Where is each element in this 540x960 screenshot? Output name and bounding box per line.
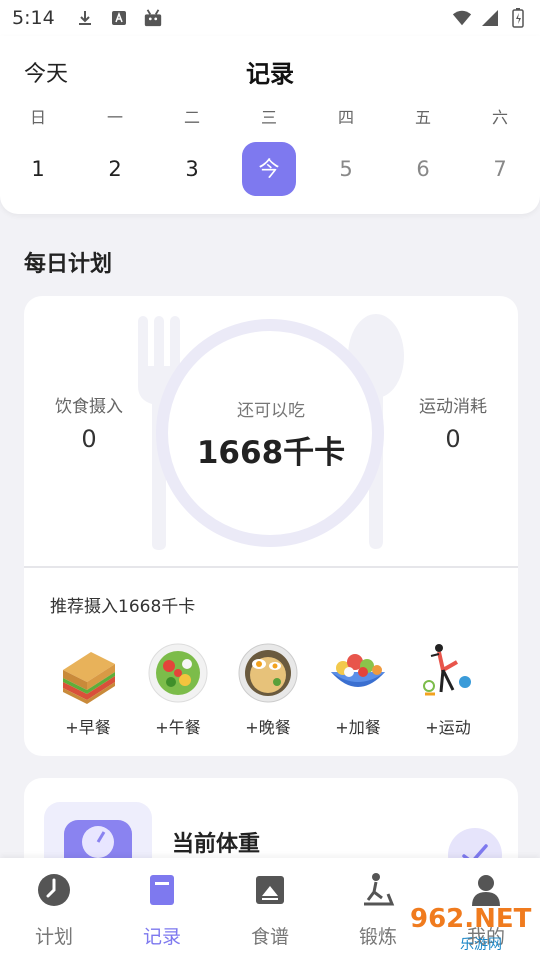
page-title: 记录 [246,60,294,88]
signal-icon [480,8,500,28]
fruit-bowl-icon [327,642,389,704]
font-a-icon [109,8,129,28]
meal-buttons: +早餐 +午餐 +晚餐 +加餐 +运动 [24,642,518,742]
wifi-icon [452,8,472,28]
weekday-label: 六 [491,108,508,127]
status-time: 5:14 [12,7,55,29]
meal-label: +午餐 [155,718,201,737]
notebook-icon [144,872,180,908]
date-cell[interactable]: 5 [319,142,373,196]
burn-stat: 运动消耗 0 [388,392,518,453]
add-breakfast-button[interactable]: +早餐 [42,642,134,738]
meal-label: +运动 [425,718,471,737]
date-cell[interactable]: 7 [473,142,527,196]
add-exercise-button[interactable]: +运动 [402,642,494,738]
recommend-text: 推荐摄入1668千卡 [50,597,196,617]
tab-label: 记录 [142,926,181,948]
add-lunch-button[interactable]: +午餐 [132,642,224,738]
intake-value: 0 [81,425,97,453]
weekday-label: 三 [260,108,277,127]
date-cell-today[interactable]: 今 [242,142,296,196]
weekday-label: 五 [414,108,431,127]
tab-plan[interactable]: 计划 [14,872,94,949]
salad-icon [147,642,209,704]
treadmill-icon [360,872,396,908]
status-bar: 5:14 [0,0,540,36]
watermark-subtext: 乐游网 [460,937,502,953]
weekday-label: 二 [183,108,200,127]
meal-label: +晚餐 [245,718,291,737]
profile-icon [468,872,504,908]
burn-value: 0 [445,425,461,453]
exercise-icon [417,642,479,704]
tab-label: 计划 [34,926,73,948]
remaining-label: 还可以吃 [237,401,305,421]
weekday-label: 日 [29,108,46,127]
intake-stat: 饮食摄入 0 [24,392,154,453]
date-cell[interactable]: 1 [11,142,65,196]
tab-record[interactable]: 记录 [122,872,202,949]
remaining-value: 1668千卡 [196,435,346,471]
weight-title: 当前体重 [172,832,261,857]
date-cell[interactable]: 6 [396,142,450,196]
burn-label: 运动消耗 [419,397,487,417]
daily-plan-title: 每日计划 [24,252,113,277]
meal-label: +早餐 [65,718,111,737]
android-icon [143,8,163,28]
battery-icon [508,8,528,28]
calendar-header: 今天 记录 日 一 二 三 四 五 六 1 2 3 今 5 6 7 [0,36,540,214]
meal-label: +加餐 [335,718,381,737]
clock-icon [36,872,72,908]
tab-recipe[interactable]: 食谱 [230,872,310,949]
divider [24,566,518,568]
weekday-row: 日 一 二 三 四 五 六 [0,104,540,134]
weekday-label: 一 [106,108,123,127]
watermark-logo: 962.NET 乐游网 [400,904,540,960]
sandwich-icon [57,642,119,704]
download-icon [75,8,95,28]
remaining-stat: 还可以吃 1668千卡 [160,396,382,472]
add-snack-button[interactable]: +加餐 [312,642,404,738]
add-dinner-button[interactable]: +晚餐 [222,642,314,738]
recipe-icon [252,872,288,908]
date-row: 1 2 3 今 5 6 7 [0,142,540,196]
date-cell[interactable]: 2 [88,142,142,196]
date-cell[interactable]: 3 [165,142,219,196]
daily-plan-card: 饮食摄入 0 还可以吃 1668千卡 运动消耗 0 推荐摄入1668千卡 +早餐 [24,296,518,756]
watermark-text: 962.NET [410,904,532,934]
noodles-icon [237,642,299,704]
tab-label: 食谱 [250,926,289,948]
intake-label: 饮食摄入 [55,397,123,417]
weekday-label: 四 [337,108,354,127]
